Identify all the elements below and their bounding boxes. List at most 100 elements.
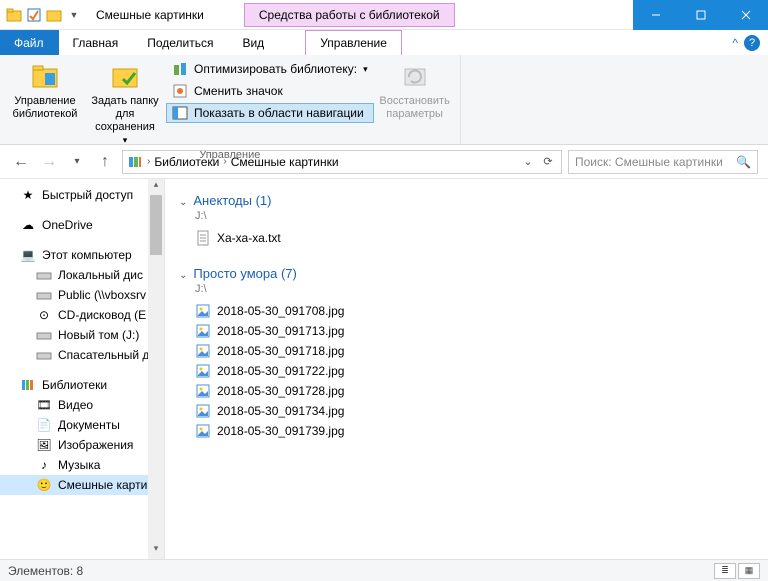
navigation-bar: ← → ▾ ↑ › Библиотеки › Смешные картинки … bbox=[0, 145, 768, 179]
show-in-nav-button[interactable]: Показать в области навигации bbox=[166, 103, 374, 123]
view-thumbnails-button[interactable]: ▦ bbox=[738, 563, 760, 579]
view-details-button[interactable]: ≣ bbox=[714, 563, 736, 579]
file-name: 2018-05-30_091713.jpg bbox=[217, 324, 344, 338]
dropdown-icon: ▾ bbox=[363, 64, 368, 75]
qat-new-folder-icon[interactable] bbox=[46, 7, 62, 23]
recent-dropdown[interactable]: ▾ bbox=[66, 151, 88, 173]
group-path: J:\ bbox=[195, 283, 754, 295]
file-list-pane[interactable]: ⌄ Анектоды (1) J:\ Ха-ха-ха.txt ⌄ Просто… bbox=[165, 179, 768, 559]
file-item[interactable]: 2018-05-30_091713.jpg bbox=[179, 321, 754, 341]
breadcrumb-root[interactable]: Библиотеки bbox=[154, 155, 219, 169]
forward-button[interactable]: → bbox=[38, 151, 60, 173]
drive-icon bbox=[36, 347, 52, 363]
qat-dropdown-icon[interactable]: ▼ bbox=[66, 7, 82, 23]
chevron-right-icon[interactable]: › bbox=[223, 156, 226, 167]
file-item[interactable]: 2018-05-30_091718.jpg bbox=[179, 341, 754, 361]
set-save-folder-button[interactable]: Задать папку для сохранения ▾ bbox=[86, 59, 164, 147]
refresh-button[interactable]: ⟳ bbox=[539, 155, 557, 168]
sidebar-item-quick-access[interactable]: ★Быстрый доступ bbox=[0, 185, 164, 205]
maximize-button[interactable] bbox=[678, 0, 723, 30]
help-icon[interactable]: ? bbox=[744, 35, 760, 51]
breadcrumb-dropdown[interactable]: ⌄ bbox=[519, 155, 537, 168]
chevron-right-icon[interactable]: › bbox=[147, 156, 150, 167]
sidebar-item-video[interactable]: 🎞Видео bbox=[0, 395, 164, 415]
sidebar-item-documents[interactable]: 📄Документы bbox=[0, 415, 164, 435]
optimize-library-button[interactable]: Оптимизировать библиотеку: ▾ bbox=[166, 59, 374, 79]
jpg-file-icon bbox=[195, 303, 211, 319]
sidebar-label: Изображения bbox=[58, 438, 133, 452]
sidebar-item-this-pc[interactable]: 💻Этот компьютер bbox=[0, 245, 164, 265]
breadcrumb[interactable]: › Библиотеки › Смешные картинки ⌄ ⟳ bbox=[122, 150, 562, 174]
ribbon: Управление библиотекой Задать папку для … bbox=[0, 55, 768, 145]
jpg-file-icon bbox=[195, 423, 211, 439]
funny-icon: 🙂 bbox=[36, 477, 52, 493]
sidebar-item-public[interactable]: Public (\\vboxsrv bbox=[0, 285, 164, 305]
group-header[interactable]: ⌄ Просто умора (7) bbox=[179, 266, 754, 281]
images-icon: 🖼 bbox=[36, 437, 52, 453]
sidebar-item-cd[interactable]: ⊙CD-дисковод (E bbox=[0, 305, 164, 325]
sidebar-label: Библиотеки bbox=[42, 378, 107, 392]
explorer-icon bbox=[6, 7, 22, 23]
sidebar-item-libraries[interactable]: Библиотеки bbox=[0, 375, 164, 395]
collapse-icon[interactable]: ⌄ bbox=[179, 270, 187, 281]
change-icon-label: Сменить значок bbox=[194, 84, 283, 98]
cloud-icon: ☁ bbox=[20, 217, 36, 233]
file-item[interactable]: 2018-05-30_091708.jpg bbox=[179, 301, 754, 321]
sidebar-item-new-volume[interactable]: Новый том (J:) bbox=[0, 325, 164, 345]
breadcrumb-current[interactable]: Смешные картинки bbox=[231, 155, 339, 169]
jpg-file-icon bbox=[195, 383, 211, 399]
libraries-icon bbox=[20, 377, 36, 393]
sidebar-item-rescue[interactable]: Спасательный д bbox=[0, 345, 164, 365]
optimize-label: Оптимизировать библиотеку: bbox=[194, 62, 357, 76]
file-name: 2018-05-30_091708.jpg bbox=[217, 304, 344, 318]
sidebar-scrollbar[interactable]: ▴ ▾ bbox=[148, 179, 164, 559]
jpg-file-icon bbox=[195, 343, 211, 359]
ribbon-group-manage: Управление библиотекой Задать папку для … bbox=[0, 55, 461, 144]
close-button[interactable] bbox=[723, 0, 768, 30]
qat-properties-icon[interactable] bbox=[26, 7, 42, 23]
file-item[interactable]: Ха-ха-ха.txt bbox=[179, 228, 754, 248]
tab-share[interactable]: Поделиться bbox=[133, 30, 228, 55]
jpg-file-icon bbox=[195, 403, 211, 419]
ribbon-collapse-icon[interactable]: ^ bbox=[732, 36, 738, 50]
sidebar-item-onedrive[interactable]: ☁OneDrive bbox=[0, 215, 164, 235]
dropdown-icon: ▾ bbox=[123, 135, 128, 146]
search-input[interactable]: Поиск: Смешные картинки 🔍 bbox=[568, 150, 758, 174]
file-item[interactable]: 2018-05-30_091734.jpg bbox=[179, 401, 754, 421]
tab-home[interactable]: Главная bbox=[59, 30, 134, 55]
show-in-nav-label: Показать в области навигации bbox=[194, 106, 364, 120]
sidebar-item-music[interactable]: ♪Музыка bbox=[0, 455, 164, 475]
change-icon-button[interactable]: Сменить значок bbox=[166, 81, 374, 101]
sidebar-item-images[interactable]: 🖼 Изображения bbox=[0, 435, 164, 455]
tab-file[interactable]: Файл bbox=[0, 30, 59, 55]
file-name: Ха-ха-ха.txt bbox=[217, 231, 281, 245]
file-item[interactable]: 2018-05-30_091739.jpg bbox=[179, 421, 754, 441]
group-title: Анектоды (1) bbox=[193, 193, 271, 208]
group-header[interactable]: ⌄ Анектоды (1) bbox=[179, 193, 754, 208]
manage-library-button[interactable]: Управление библиотекой bbox=[6, 59, 84, 123]
file-item[interactable]: 2018-05-30_091722.jpg bbox=[179, 361, 754, 381]
ribbon-tabs: Файл Главная Поделиться Вид Управление ^… bbox=[0, 30, 768, 55]
sidebar-item-local-disk[interactable]: Локальный дис bbox=[0, 265, 164, 285]
tab-view[interactable]: Вид bbox=[228, 30, 279, 55]
group-path: J:\ bbox=[195, 210, 754, 222]
jpg-file-icon bbox=[195, 323, 211, 339]
restore-settings-button[interactable]: Восстановить параметры bbox=[376, 59, 454, 123]
sidebar-label: Локальный дис bbox=[58, 268, 143, 282]
contextual-tab-title: Средства работы с библиотекой bbox=[244, 3, 455, 27]
collapse-icon[interactable]: ⌄ bbox=[179, 197, 187, 208]
back-button[interactable]: ← bbox=[10, 151, 32, 173]
sidebar-label: Смешные карти bbox=[58, 478, 147, 492]
up-button[interactable]: ↑ bbox=[94, 151, 116, 173]
drive-icon bbox=[36, 267, 52, 283]
navigation-pane[interactable]: ★Быстрый доступ ☁OneDrive 💻Этот компьюте… bbox=[0, 179, 165, 559]
file-item[interactable]: 2018-05-30_091728.jpg bbox=[179, 381, 754, 401]
sidebar-label: Видео bbox=[58, 398, 93, 412]
restore-label: Восстановить параметры bbox=[378, 95, 452, 121]
tab-manage[interactable]: Управление bbox=[305, 30, 402, 55]
sidebar-item-funny-pictures[interactable]: 🙂 Смешные карти bbox=[0, 475, 164, 495]
minimize-button[interactable] bbox=[633, 0, 678, 30]
network-drive-icon bbox=[36, 287, 52, 303]
sidebar-label: Документы bbox=[58, 418, 120, 432]
status-bar: Элементов: 8 ≣ ▦ bbox=[0, 559, 768, 581]
